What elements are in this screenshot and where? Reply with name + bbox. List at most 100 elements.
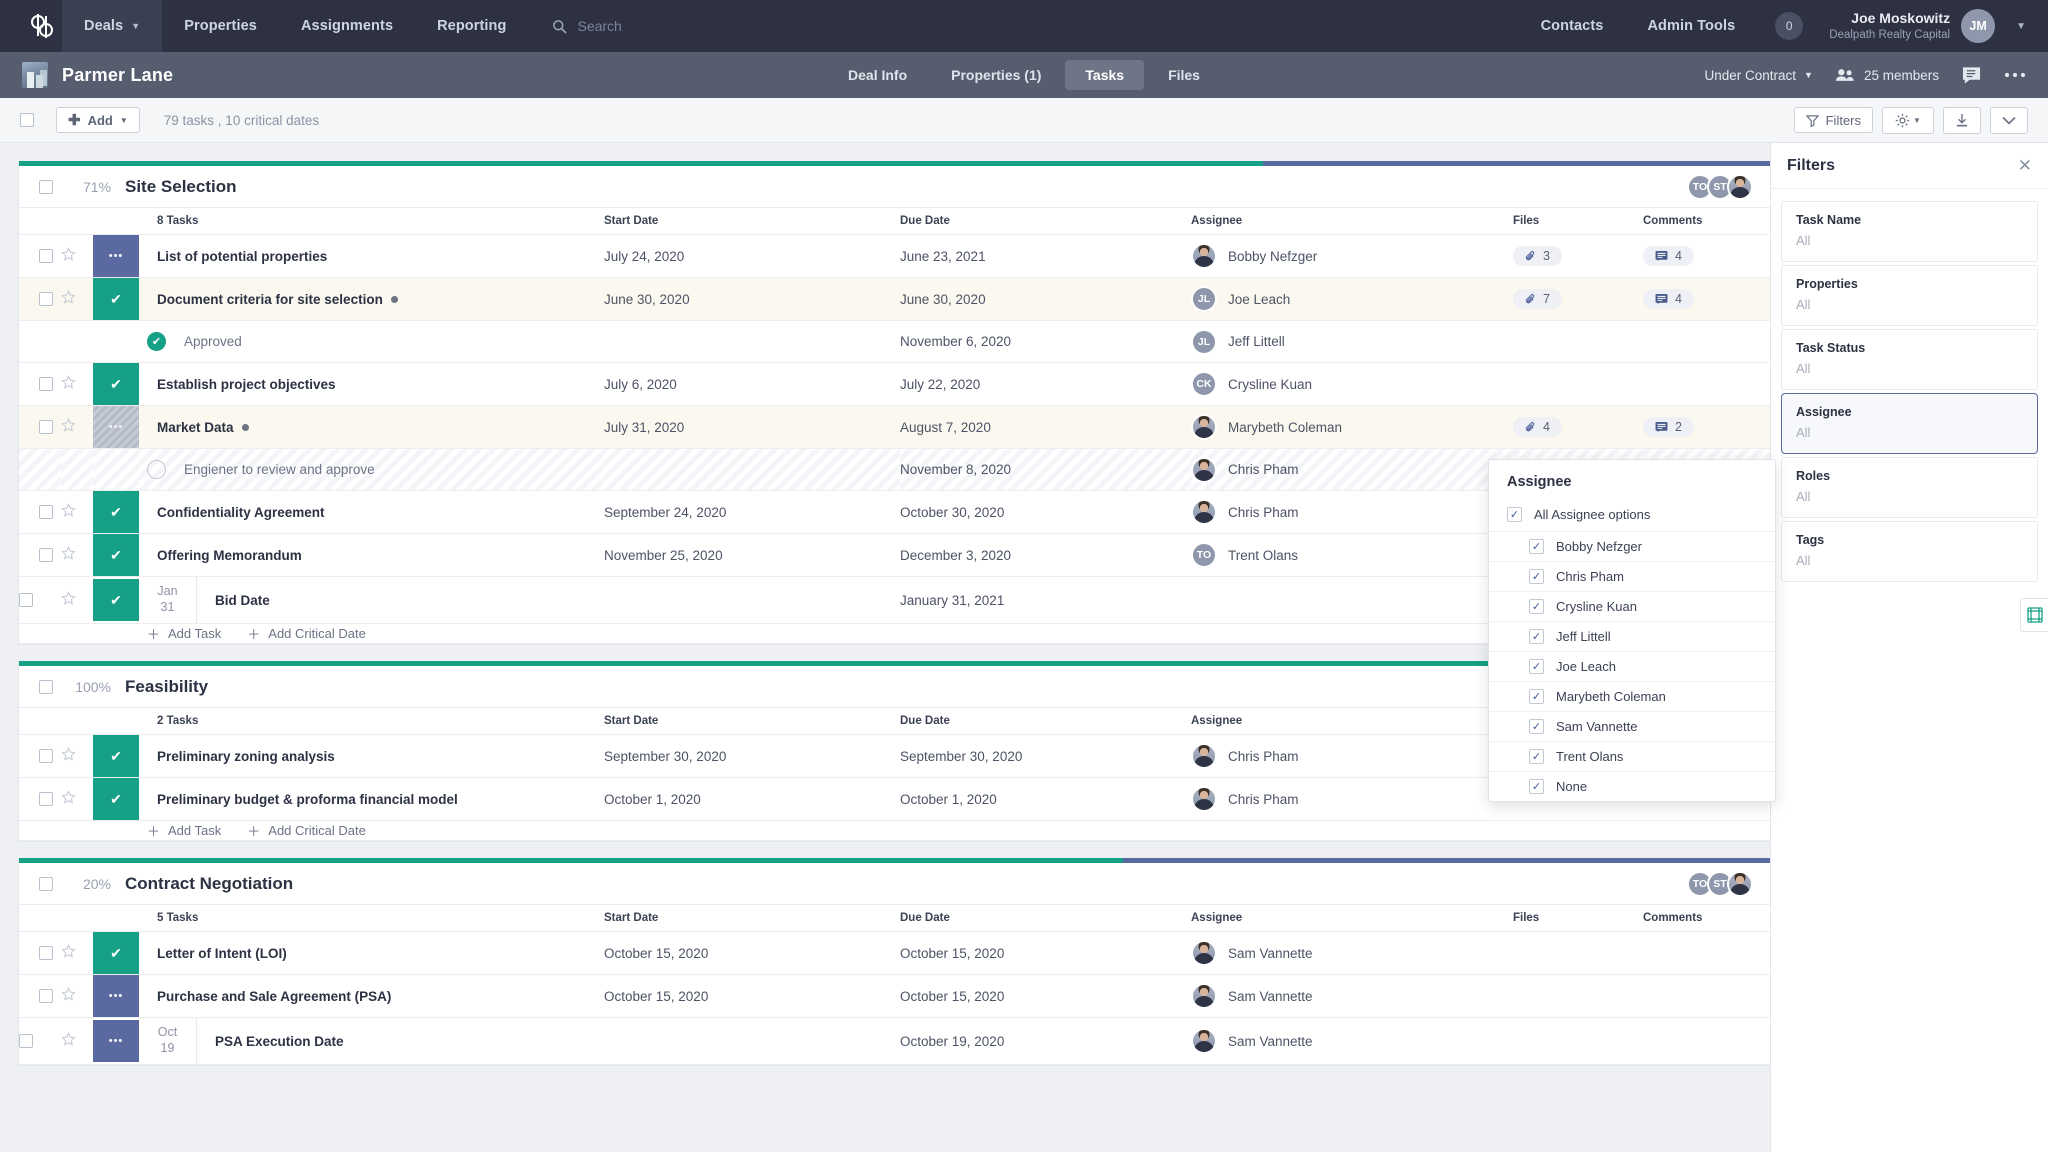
task-name[interactable]: Market Data	[157, 420, 604, 435]
checkbox-icon[interactable]: ✓	[1507, 507, 1522, 522]
row-checkbox[interactable]	[39, 749, 53, 763]
col-due-date[interactable]: Due Date	[900, 207, 1191, 235]
star-icon[interactable]	[61, 746, 76, 766]
star-icon[interactable]	[61, 289, 76, 305]
comments-chip[interactable]: 2	[1643, 417, 1694, 437]
subtask-row[interactable]: ✔ Approved November 6, 2020 JL Jeff Littell	[19, 320, 1773, 363]
group-name[interactable]: Contract Negotiation	[125, 874, 293, 894]
star-icon[interactable]	[61, 246, 76, 262]
task-name[interactable]: Offering Memorandum	[157, 548, 604, 563]
star-icon[interactable]	[61, 545, 76, 565]
row-checkbox[interactable]	[39, 989, 53, 1003]
activity-feed-icon[interactable]	[1961, 66, 1982, 85]
critical-date-name[interactable]: Bid Date	[197, 577, 270, 623]
task-name[interactable]: Confidentiality Agreement	[157, 505, 604, 520]
status-in-progress-icon[interactable]: •••	[93, 1020, 139, 1062]
due-date-cell[interactable]: September 30, 2020	[900, 734, 1191, 778]
status-in-progress-icon[interactable]: •••	[93, 975, 139, 1017]
add-critical-date-link[interactable]: ＋ Add Critical Date	[247, 821, 366, 840]
table-row[interactable]: ••• Purchase and Sale Agreement (PSA) Octo…	[19, 974, 1773, 1018]
assignee-option[interactable]: ✓ Trent Olans	[1489, 741, 1775, 771]
notification-badge[interactable]: 0	[1775, 12, 1804, 40]
row-checkbox[interactable]	[39, 548, 53, 562]
checkbox-icon[interactable]: ✓	[1529, 749, 1544, 764]
status-complete-icon[interactable]: ✔	[93, 534, 139, 576]
status-in-progress-icon[interactable]: •••	[93, 235, 139, 277]
add-task-link[interactable]: ＋ Add Task	[147, 821, 221, 840]
col-files[interactable]: Files	[1513, 207, 1643, 235]
nav-item-assignments[interactable]: Assignments	[279, 0, 415, 52]
start-date-cell[interactable]	[604, 448, 900, 491]
download-button[interactable]	[1943, 106, 1981, 134]
start-date-cell[interactable]: November 25, 2020	[604, 533, 900, 577]
nav-item-reporting[interactable]: Reporting	[415, 0, 528, 52]
comments-cell[interactable]: 2	[1643, 405, 1773, 449]
comments-cell[interactable]	[1643, 974, 1773, 1018]
due-date-cell[interactable]: June 23, 2021	[900, 234, 1191, 278]
assignee-cell[interactable]: Chris Pham	[1191, 734, 1513, 778]
filter-card-roles[interactable]: Roles All	[1781, 457, 2038, 518]
start-date-cell[interactable]	[604, 576, 900, 624]
due-date-cell[interactable]: November 8, 2020	[900, 448, 1191, 491]
user-menu[interactable]: Joe Moskowitz Dealpath Realty Capital JM…	[1821, 9, 2026, 43]
due-date-cell[interactable]: December 3, 2020	[900, 533, 1191, 577]
star-icon[interactable]	[61, 502, 76, 522]
star-icon[interactable]	[61, 1031, 76, 1051]
add-task-link[interactable]: ＋ Add Task	[147, 624, 221, 643]
settings-button[interactable]: ▼	[1882, 106, 1934, 134]
status-complete-icon[interactable]: ✔	[93, 278, 139, 320]
filter-card-tags[interactable]: Tags All	[1781, 521, 2038, 582]
assignee-cell[interactable]: Sam Vannette	[1191, 931, 1513, 975]
assignee-cell[interactable]: Chris Pham	[1191, 777, 1513, 821]
assignee-option[interactable]: ✓ Marybeth Coleman	[1489, 681, 1775, 711]
star-icon[interactable]	[61, 502, 76, 518]
due-date-cell[interactable]: June 30, 2020	[900, 277, 1191, 321]
group-checkbox[interactable]	[39, 179, 53, 194]
col-start-date[interactable]: Start Date	[604, 207, 900, 235]
star-icon[interactable]	[61, 1031, 76, 1047]
col-due-date[interactable]: Due Date	[900, 904, 1191, 932]
select-all-checkbox[interactable]	[20, 113, 34, 127]
comments-chip[interactable]: 4	[1643, 289, 1694, 309]
assignee-cell[interactable]: Marybeth Coleman	[1191, 405, 1513, 449]
row-checkbox[interactable]	[39, 249, 53, 263]
col-comments[interactable]: Comments	[1643, 207, 1773, 235]
dealpath-logo-icon[interactable]	[22, 9, 62, 43]
row-checkbox[interactable]	[19, 1034, 33, 1048]
star-icon[interactable]	[61, 545, 76, 561]
expand-collapse-button[interactable]	[1990, 106, 2028, 134]
task-name[interactable]: Purchase and Sale Agreement (PSA)	[157, 989, 604, 1004]
star-icon[interactable]	[61, 417, 76, 433]
status-complete-icon[interactable]: ✔	[93, 778, 139, 820]
star-icon[interactable]	[61, 289, 76, 309]
group-name[interactable]: Feasibility	[125, 677, 208, 697]
assignee-cell[interactable]: Bobby Nefzger	[1191, 234, 1513, 278]
comments-cell[interactable]	[1643, 362, 1773, 406]
col-start-date[interactable]: Start Date	[604, 707, 900, 735]
assignee-option[interactable]: ✓ Crysline Kuan	[1489, 591, 1775, 621]
sidebar-toggle-icon[interactable]	[2020, 598, 2048, 632]
start-date-cell[interactable]: July 31, 2020	[604, 405, 900, 449]
star-icon[interactable]	[61, 986, 76, 1006]
star-icon[interactable]	[61, 590, 76, 606]
status-complete-icon[interactable]: ✔	[93, 735, 139, 777]
files-chip[interactable]: 7	[1513, 289, 1562, 309]
files-cell[interactable]: 3	[1513, 234, 1643, 278]
row-checkbox[interactable]	[39, 946, 53, 960]
files-cell[interactable]	[1513, 974, 1643, 1018]
global-search[interactable]	[528, 18, 818, 34]
assignee-option[interactable]: ✓ Joe Leach	[1489, 651, 1775, 681]
checkbox-icon[interactable]: ✓	[1529, 569, 1544, 584]
due-date-cell[interactable]: August 7, 2020	[900, 405, 1191, 449]
col-start-date[interactable]: Start Date	[604, 904, 900, 932]
row-checkbox[interactable]	[39, 505, 53, 519]
files-chip[interactable]: 3	[1513, 246, 1562, 266]
group-name[interactable]: Site Selection	[125, 177, 236, 197]
assignee-cell[interactable]: JL Jeff Littell	[1191, 320, 1513, 363]
checkbox-icon[interactable]: ✓	[1529, 539, 1544, 554]
start-date-cell[interactable]	[604, 1017, 900, 1065]
star-icon[interactable]	[61, 943, 76, 963]
critical-date-name[interactable]: PSA Execution Date	[197, 1018, 344, 1064]
col-comments[interactable]: Comments	[1643, 904, 1773, 932]
checkbox-icon[interactable]: ✓	[1529, 629, 1544, 644]
